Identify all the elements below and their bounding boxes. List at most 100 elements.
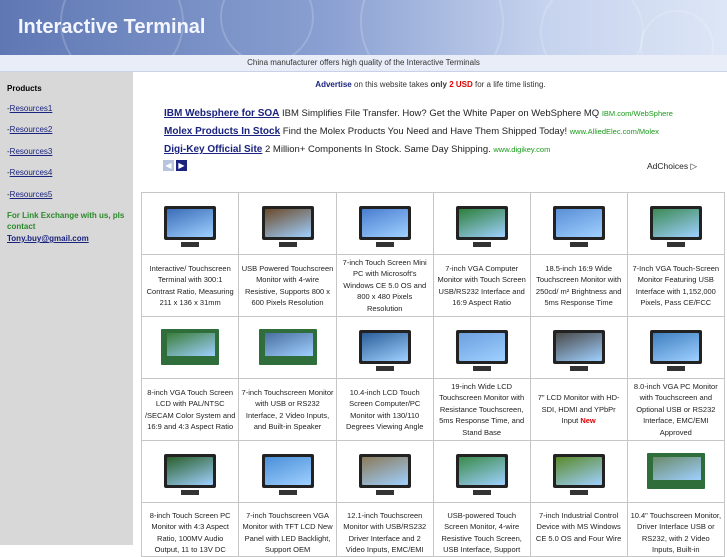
ad-link[interactable]: Digi-Key Official Site	[164, 144, 262, 155]
product-image-cell[interactable]	[626, 440, 726, 503]
lcd-panel-icon[interactable]	[161, 328, 220, 365]
sidebar-link[interactable]: Resources4	[10, 168, 53, 177]
product-description-cell[interactable]: 10.4" Touchscreen Monitor, Driver Interf…	[626, 502, 726, 557]
ad-block: IBM Websphere for SOA IBM Simplifies Fil…	[160, 104, 705, 174]
product-description-cell[interactable]: 7-inch VGA Computer Monitor with Touch S…	[432, 254, 531, 317]
product-image-cell[interactable]	[432, 316, 531, 379]
product-description[interactable]: 7" LCD Monitor with HD-SDI, HDMI and YPb…	[538, 393, 620, 425]
product-description[interactable]: 7-inch Touch Screen Mini PC with Microso…	[343, 258, 427, 313]
sidebar-link[interactable]: Resources5	[10, 190, 53, 199]
site-header: Interactive Terminal	[0, 0, 727, 55]
monitor-icon[interactable]	[455, 329, 508, 371]
monitor-icon[interactable]	[358, 453, 411, 495]
product-image-cell[interactable]	[529, 316, 628, 379]
product-description-cell[interactable]: USB Powered Touchscreen Monitor with 4-w…	[238, 254, 337, 317]
product-description-cell[interactable]: 7" LCD Monitor with HD-SDI, HDMI and YPb…	[529, 378, 628, 441]
product-description[interactable]: 10.4-inch LCD Touch Screen Computer/PC M…	[346, 388, 423, 431]
lcd-panel-icon[interactable]	[646, 452, 705, 489]
product-image-cell[interactable]	[238, 316, 337, 379]
monitor-icon[interactable]	[552, 205, 605, 247]
ad-url[interactable]: IBM.com/WebSphere	[602, 109, 673, 118]
monitor-icon[interactable]	[552, 329, 605, 371]
product-description[interactable]: 7-inch Industrial Control Device with MS…	[536, 511, 621, 543]
contact-email-link[interactable]: Tony.buy@gmail.com	[7, 234, 89, 243]
product-description[interactable]: 12.1-inch Touchscreen Monitor with USB/R…	[343, 511, 426, 554]
sidebar-item-resources5[interactable]: -Resources5	[7, 190, 52, 199]
product-description-cell[interactable]: 8-inch Touch Screen PC Monitor with 4:3 …	[140, 502, 240, 557]
product-grid: Interactive/ Touchscreen Terminal with 3…	[140, 192, 726, 557]
product-description-cell[interactable]: 10.4-inch LCD Touch Screen Computer/PC M…	[335, 378, 434, 441]
sidebar-item-resources4[interactable]: -Resources4	[7, 168, 52, 177]
product-image-cell[interactable]	[626, 316, 726, 379]
product-description-cell[interactable]: 18.5-inch 16:9 Wide Touchscreen Monitor …	[529, 254, 628, 317]
sidebar-item-resources3[interactable]: -Resources3	[7, 147, 52, 156]
monitor-icon[interactable]	[552, 453, 605, 495]
product-description[interactable]: 8.0-inch VGA PC Monitor with Touchscreen…	[634, 382, 718, 437]
monitor-icon[interactable]	[261, 205, 314, 247]
monitor-icon[interactable]	[455, 453, 508, 495]
product-description-cell[interactable]: 7-inch Industrial Control Device with MS…	[529, 502, 628, 557]
adchoices-link[interactable]: AdChoices ▷	[647, 161, 697, 172]
product-image-cell[interactable]	[238, 440, 337, 503]
monitor-icon[interactable]	[164, 205, 217, 247]
advertise-link[interactable]: Advertise	[315, 80, 351, 89]
sidebar-link[interactable]: Resources1	[10, 104, 53, 113]
product-image-cell[interactable]	[140, 192, 240, 255]
site-title[interactable]: Interactive Terminal	[18, 16, 205, 39]
sidebar-item-resources2[interactable]: -Resources2	[7, 125, 52, 134]
ad-url[interactable]: www.AlliedElec.com/Molex	[570, 127, 659, 136]
product-description[interactable]: 7-inch VGA Computer Monitor with Touch S…	[438, 264, 526, 307]
chevron-left-icon[interactable]: ◀	[163, 160, 174, 171]
chevron-right-icon[interactable]: ▶	[176, 160, 187, 171]
product-description[interactable]: Interactive/ Touchscreen Terminal with 3…	[147, 264, 234, 307]
product-description-cell[interactable]: 8.0-inch VGA PC Monitor with Touchscreen…	[626, 378, 726, 441]
monitor-icon[interactable]	[164, 453, 217, 495]
product-description-cell[interactable]: 7-inch Touchscreen VGA Monitor with TFT …	[238, 502, 337, 557]
product-image-cell[interactable]	[140, 316, 240, 379]
product-description[interactable]: 8-inch VGA Touch Screen LCD with PAL/NTS…	[145, 388, 235, 431]
monitor-icon[interactable]	[649, 205, 702, 247]
product-description[interactable]: 7-inch Touchscreen Monitor with USB or R…	[242, 388, 334, 431]
sidebar-link[interactable]: Resources2	[10, 125, 53, 134]
product-description-cell[interactable]: 7-Inch VGA Touch-Screen Monitor Featurin…	[626, 254, 726, 317]
product-image-cell[interactable]	[335, 316, 434, 379]
ad-link[interactable]: Molex Products In Stock	[164, 126, 280, 137]
product-image-cell[interactable]	[529, 440, 628, 503]
product-description-cell[interactable]: USB-powered Touch Screen Monitor, 4-wire…	[432, 502, 531, 557]
product-description[interactable]: 19-inch Wide LCD Touchscreen Monitor wit…	[439, 382, 524, 437]
product-description[interactable]: 7-Inch VGA Touch-Screen Monitor Featurin…	[633, 264, 720, 307]
lcd-panel-icon[interactable]	[258, 328, 317, 365]
product-description-cell[interactable]: 8-inch VGA Touch Screen LCD with PAL/NTS…	[140, 378, 240, 441]
monitor-icon[interactable]	[358, 205, 411, 247]
product-image-cell[interactable]	[238, 192, 337, 255]
product-description[interactable]: 8-inch Touch Screen PC Monitor with 4:3 …	[150, 511, 231, 554]
decorative-circle	[220, 0, 314, 55]
product-description[interactable]: 10.4" Touchscreen Monitor, Driver Interf…	[631, 511, 722, 554]
monitor-icon[interactable]	[649, 329, 702, 371]
product-description[interactable]: 7-inch Touchscreen VGA Monitor with TFT …	[242, 511, 332, 554]
product-description-cell[interactable]: 19-inch Wide LCD Touchscreen Monitor wit…	[432, 378, 531, 441]
ad-link[interactable]: IBM Websphere for SOA	[164, 108, 279, 119]
product-image-cell[interactable]	[432, 192, 531, 255]
monitor-icon[interactable]	[455, 205, 508, 247]
sidebar-heading: Products	[7, 84, 42, 93]
sidebar-link[interactable]: Resources3	[10, 147, 53, 156]
product-image-cell[interactable]	[140, 440, 240, 503]
product-description-cell[interactable]: Interactive/ Touchscreen Terminal with 3…	[140, 254, 240, 317]
product-description-cell[interactable]: 7-inch Touch Screen Mini PC with Microso…	[335, 254, 434, 317]
product-description-cell[interactable]: 12.1-inch Touchscreen Monitor with USB/R…	[335, 502, 434, 557]
product-description[interactable]: 18.5-inch 16:9 Wide Touchscreen Monitor …	[536, 264, 621, 307]
monitor-icon[interactable]	[261, 453, 314, 495]
product-description[interactable]: USB-powered Touch Screen Monitor, 4-wire…	[442, 511, 522, 554]
product-image-cell[interactable]	[335, 440, 434, 503]
sidebar-item-resources1[interactable]: -Resources1	[7, 104, 52, 113]
ad-url[interactable]: www.digikey.com	[493, 145, 550, 154]
ad-item: Molex Products In Stock Find the Molex P…	[164, 126, 659, 137]
product-description[interactable]: USB Powered Touchscreen Monitor with 4-w…	[242, 264, 334, 307]
product-image-cell[interactable]	[335, 192, 434, 255]
product-image-cell[interactable]	[432, 440, 531, 503]
monitor-icon[interactable]	[358, 329, 411, 371]
product-image-cell[interactable]	[529, 192, 628, 255]
product-description-cell[interactable]: 7-inch Touchscreen Monitor with USB or R…	[238, 378, 337, 441]
product-image-cell[interactable]	[626, 192, 726, 255]
